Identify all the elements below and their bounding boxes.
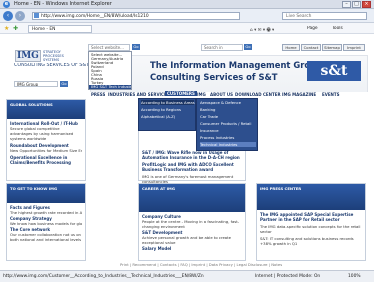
window-title: Home - EN - Windows Internet Explorer: [14, 1, 112, 7]
card-text: New Opportunities for Medium Size Enterp…: [10, 148, 82, 153]
card-press: IMG PRESS CENTER The IMG appointed SAP S…: [256, 183, 366, 261]
add-favorites-icon[interactable]: ✚: [13, 25, 18, 32]
tools-menu[interactable]: Tools: [332, 26, 343, 31]
submenu-item[interactable]: Alphabetical (A-Z): [141, 114, 175, 119]
title-bar: e Home - EN - Windows Internet Explorer …: [0, 0, 374, 9]
nav-download[interactable]: DOWNLOAD CENTER: [235, 92, 281, 97]
page-icon: [34, 13, 39, 18]
address-bar[interactable]: http://www.img.com/Home__EN/8W/uload/Is1…: [32, 12, 240, 20]
website-dropdown[interactable]: Select website... Germany/Austria Switze…: [88, 51, 132, 90]
close-button[interactable]: ×: [362, 1, 371, 8]
industries-submenu: Aerospace & Defence Banking Car Trade Co…: [196, 98, 258, 151]
nav-magazine[interactable]: IMG MAGAZINE: [282, 92, 316, 97]
forward-button[interactable]: ›: [15, 11, 25, 21]
card-text: The highest growth rate recorded in Asia: [10, 210, 82, 215]
submenu-item[interactable]: Process Industries: [200, 135, 234, 140]
maximize-button[interactable]: □: [352, 1, 361, 8]
card-title[interactable]: The IMG appointed SAP Special Expertise …: [260, 212, 362, 222]
home-icon[interactable]: ⌂ ▾ ✉ ▾ 🖶 ▾: [250, 26, 274, 34]
website-go-button[interactable]: Go: [132, 44, 140, 50]
back-button[interactable]: ‹: [3, 11, 13, 21]
card-header: TO GET TO KNOW IMG: [7, 184, 85, 203]
nav-industries[interactable]: INDUSTRIES AND SERVICES: [108, 92, 170, 97]
brand-subtitle: CONSULTING SERVICES OF S&T: [14, 63, 90, 68]
card-career: CAREER AT IMG Company Culture People at …: [138, 183, 246, 261]
card-get-to-know: TO GET TO KNOW IMG Facts and Figures The…: [6, 183, 86, 261]
submenu-item-selected[interactable]: Technical Industries: [200, 142, 256, 147]
st-logo: s&t: [307, 61, 361, 81]
card-header: IMG PRESS CENTER: [257, 184, 365, 210]
status-bar: http://www.img.com/Customer__According_t…: [0, 270, 374, 282]
nav-customers[interactable]: CUSTOMERS: [165, 91, 197, 96]
nav-img[interactable]: IMG: [197, 92, 206, 97]
dropdown-option-selected[interactable]: IMG S&T Tech Industries: [89, 85, 131, 89]
brand-line-systems: SYSTEMS: [43, 58, 60, 62]
card-text[interactable]: ProfitLogic and IMG with ADCO Excellent …: [142, 162, 242, 172]
submenu-item[interactable]: Aerospace & Defence: [200, 100, 241, 105]
card-header: GLOBAL SOLUTIONS: [7, 100, 85, 119]
top-link-imprint[interactable]: Imprint: [343, 44, 365, 51]
search-go-button[interactable]: Go: [244, 44, 252, 50]
card-text: Secure global competitive advantages by …: [10, 126, 74, 141]
submenu-item[interactable]: Banking: [200, 107, 215, 112]
top-link-contact[interactable]: Contact: [301, 44, 321, 51]
hero-subtitle: Consulting Services of S&T: [150, 72, 278, 82]
card-text: We know how business models for global m…: [10, 221, 82, 226]
top-link-sitemap[interactable]: Sitemap: [322, 44, 342, 51]
card-text: People at the centre - Moving in a fasci…: [142, 219, 240, 229]
submenu-item[interactable]: Car Trade: [200, 114, 218, 119]
card-text[interactable]: The IMG data-specific solution concepts …: [260, 224, 362, 234]
card-text: Our customer collaboration not us on bot…: [10, 232, 82, 242]
img-logo-icon: IMG: [15, 50, 41, 62]
nav-press[interactable]: PRESS: [91, 92, 105, 97]
submenu-item[interactable]: According to Business Areas: [141, 100, 195, 105]
card-title[interactable]: Salary Model: [142, 246, 242, 251]
hero-title: The Information Management Group: [150, 60, 323, 70]
favorites-star-icon[interactable]: ★: [4, 25, 9, 32]
submenu-item[interactable]: According to Regions: [141, 107, 181, 112]
language-go-button[interactable]: Go: [60, 81, 68, 87]
card-text: Achieve personal growth and be able to c…: [142, 235, 231, 245]
card-title[interactable]: Operational Excellence in Claims/Benefit…: [10, 155, 82, 165]
page-menu[interactable]: Page: [307, 26, 318, 31]
submenu-item[interactable]: Consumer Products / Retail: [200, 121, 251, 126]
card-header: CAREER AT IMG: [139, 184, 245, 212]
status-url: http://www.img.com/Customer__According_t…: [3, 274, 204, 279]
status-zone: Internet | Protected Mode: On: [255, 274, 321, 279]
minimize-button[interactable]: –: [342, 1, 351, 8]
page-footer[interactable]: Print | Recommend | Contacts | FAQ | Imp…: [120, 262, 282, 267]
website-select[interactable]: Select website...: [88, 44, 130, 51]
top-link-home[interactable]: Home: [282, 44, 300, 51]
ie-logo-icon: e: [3, 1, 10, 8]
submenu-item[interactable]: Insurance: [200, 128, 219, 133]
browser-search-input[interactable]: Live Search: [282, 12, 367, 20]
card-text[interactable]: S&T: IT consulting and solutions busines…: [260, 236, 362, 246]
nav-events[interactable]: EVENTS: [322, 92, 340, 97]
nav-about[interactable]: ABOUT US: [210, 92, 233, 97]
card-title[interactable]: S&T / IMG: Wave Rifle now in Usage of Au…: [142, 150, 242, 160]
site-search-input[interactable]: Search in: [201, 44, 243, 51]
brand-lines: STRATEGY PROCESSES SYSTEMS: [43, 50, 64, 62]
browser-tab[interactable]: Home - EN: [28, 25, 92, 33]
card-global-solutions: GLOBAL SOLUTIONS International Roll-Out …: [6, 99, 86, 181]
language-select[interactable]: IMG Group: [14, 81, 58, 87]
zoom-level[interactable]: 100%: [348, 271, 361, 282]
customers-submenu: According to Business Areas According to…: [138, 98, 196, 131]
